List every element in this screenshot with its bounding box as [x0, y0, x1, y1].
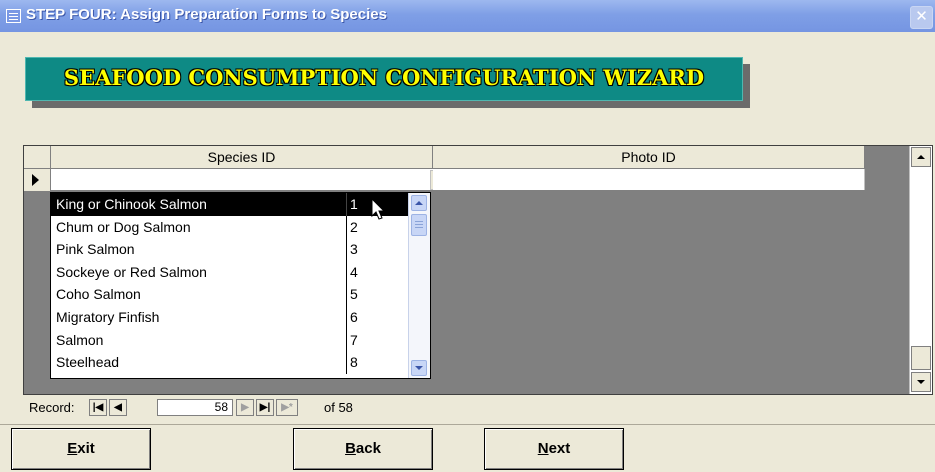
- next-button[interactable]: Next: [484, 428, 624, 470]
- window-title: STEP FOUR: Assign Preparation Forms to S…: [26, 6, 387, 23]
- grid-corner[interactable]: [24, 146, 51, 169]
- species-id-combo[interactable]: [51, 169, 439, 190]
- last-record-button[interactable]: ▶|: [256, 399, 274, 416]
- dropdown-item-name: King or Chinook Salmon: [56, 196, 207, 212]
- back-label: ack: [355, 440, 381, 457]
- dropdown-item-id: 3: [346, 238, 410, 261]
- dropdown-item-id: 8: [346, 351, 410, 374]
- record-count: of 58: [324, 400, 353, 415]
- dropdown-item-name: Chum or Dog Salmon: [56, 218, 191, 235]
- dropdown-item[interactable]: Pink Salmon 3: [51, 238, 409, 261]
- banner-title: SEAFOOD CONSUMPTION CONFIGURATION WIZARD: [63, 65, 705, 90]
- exit-label: xit: [77, 440, 95, 457]
- back-button[interactable]: Back: [293, 428, 433, 470]
- dropdown-item-id: 7: [346, 328, 410, 352]
- close-button[interactable]: ✕: [910, 6, 933, 29]
- scroll-down-button[interactable]: [911, 372, 931, 392]
- next-accelerator: N: [537, 440, 549, 457]
- column-header-species-id[interactable]: Species ID: [51, 146, 433, 169]
- form-icon: [6, 9, 21, 23]
- title-bar: STEP FOUR: Assign Preparation Forms to S…: [0, 0, 935, 32]
- record-navigation-bar: Record: |◀ ◀ 58 ▶ ▶| ▶* of 58: [23, 396, 933, 420]
- grid-vertical-scrollbar[interactable]: [909, 146, 932, 394]
- scroll-thumb[interactable]: [911, 346, 931, 370]
- next-record-button[interactable]: ▶: [236, 399, 254, 416]
- footer-divider: [0, 424, 935, 425]
- dropdown-item-id: 5: [346, 283, 410, 306]
- photo-id-cell[interactable]: [433, 169, 865, 190]
- mouse-pointer-icon: [371, 198, 386, 220]
- dropdown-item-name: Migratory Finfish: [56, 309, 160, 325]
- dropdown-item[interactable]: King or Chinook Salmon 1: [51, 193, 409, 216]
- current-record-arrow-icon: [32, 174, 39, 186]
- dropdown-item-id: 6: [346, 306, 410, 329]
- previous-record-button[interactable]: ◀: [109, 399, 127, 416]
- new-record-button[interactable]: ▶*: [276, 399, 298, 416]
- dropdown-item-id: 4: [346, 260, 410, 284]
- dropdown-item[interactable]: Migratory Finfish 6: [51, 306, 409, 329]
- next-label: ext: [548, 440, 571, 457]
- dropdown-scroll-thumb[interactable]: [411, 214, 427, 236]
- dropdown-scroll-down-button[interactable]: [411, 360, 427, 376]
- scroll-up-button[interactable]: [911, 147, 931, 167]
- dropdown-item-name: Pink Salmon: [56, 241, 135, 258]
- first-record-button[interactable]: |◀: [89, 399, 107, 416]
- column-header-photo-id[interactable]: Photo ID: [433, 146, 865, 169]
- dropdown-item-name: Steelhead: [56, 354, 120, 371]
- dropdown-item-name: Salmon: [56, 331, 104, 348]
- exit-accelerator: E: [67, 440, 78, 457]
- back-accelerator: B: [345, 440, 356, 457]
- wizard-banner: SEAFOOD CONSUMPTION CONFIGURATION WIZARD: [25, 57, 743, 101]
- exit-button[interactable]: Exit: [11, 428, 151, 470]
- record-number-input[interactable]: 58: [157, 399, 233, 416]
- record-label: Record:: [29, 400, 75, 415]
- dropdown-item[interactable]: Sockeye or Red Salmon 4: [51, 260, 410, 284]
- record-selector[interactable]: [24, 169, 51, 191]
- dropdown-item[interactable]: Steelhead 8: [51, 351, 409, 374]
- dropdown-scroll-up-button[interactable]: [411, 195, 427, 211]
- dropdown-item[interactable]: Chum or Dog Salmon 2: [51, 215, 409, 239]
- dropdown-item-name: Sockeye or Red Salmon: [56, 263, 207, 280]
- dropdown-item-name: Coho Salmon: [56, 286, 141, 303]
- dropdown-item[interactable]: Salmon 7: [51, 328, 410, 352]
- dropdown-item[interactable]: Coho Salmon 5: [51, 283, 409, 306]
- dropdown-scrollbar[interactable]: [408, 193, 430, 378]
